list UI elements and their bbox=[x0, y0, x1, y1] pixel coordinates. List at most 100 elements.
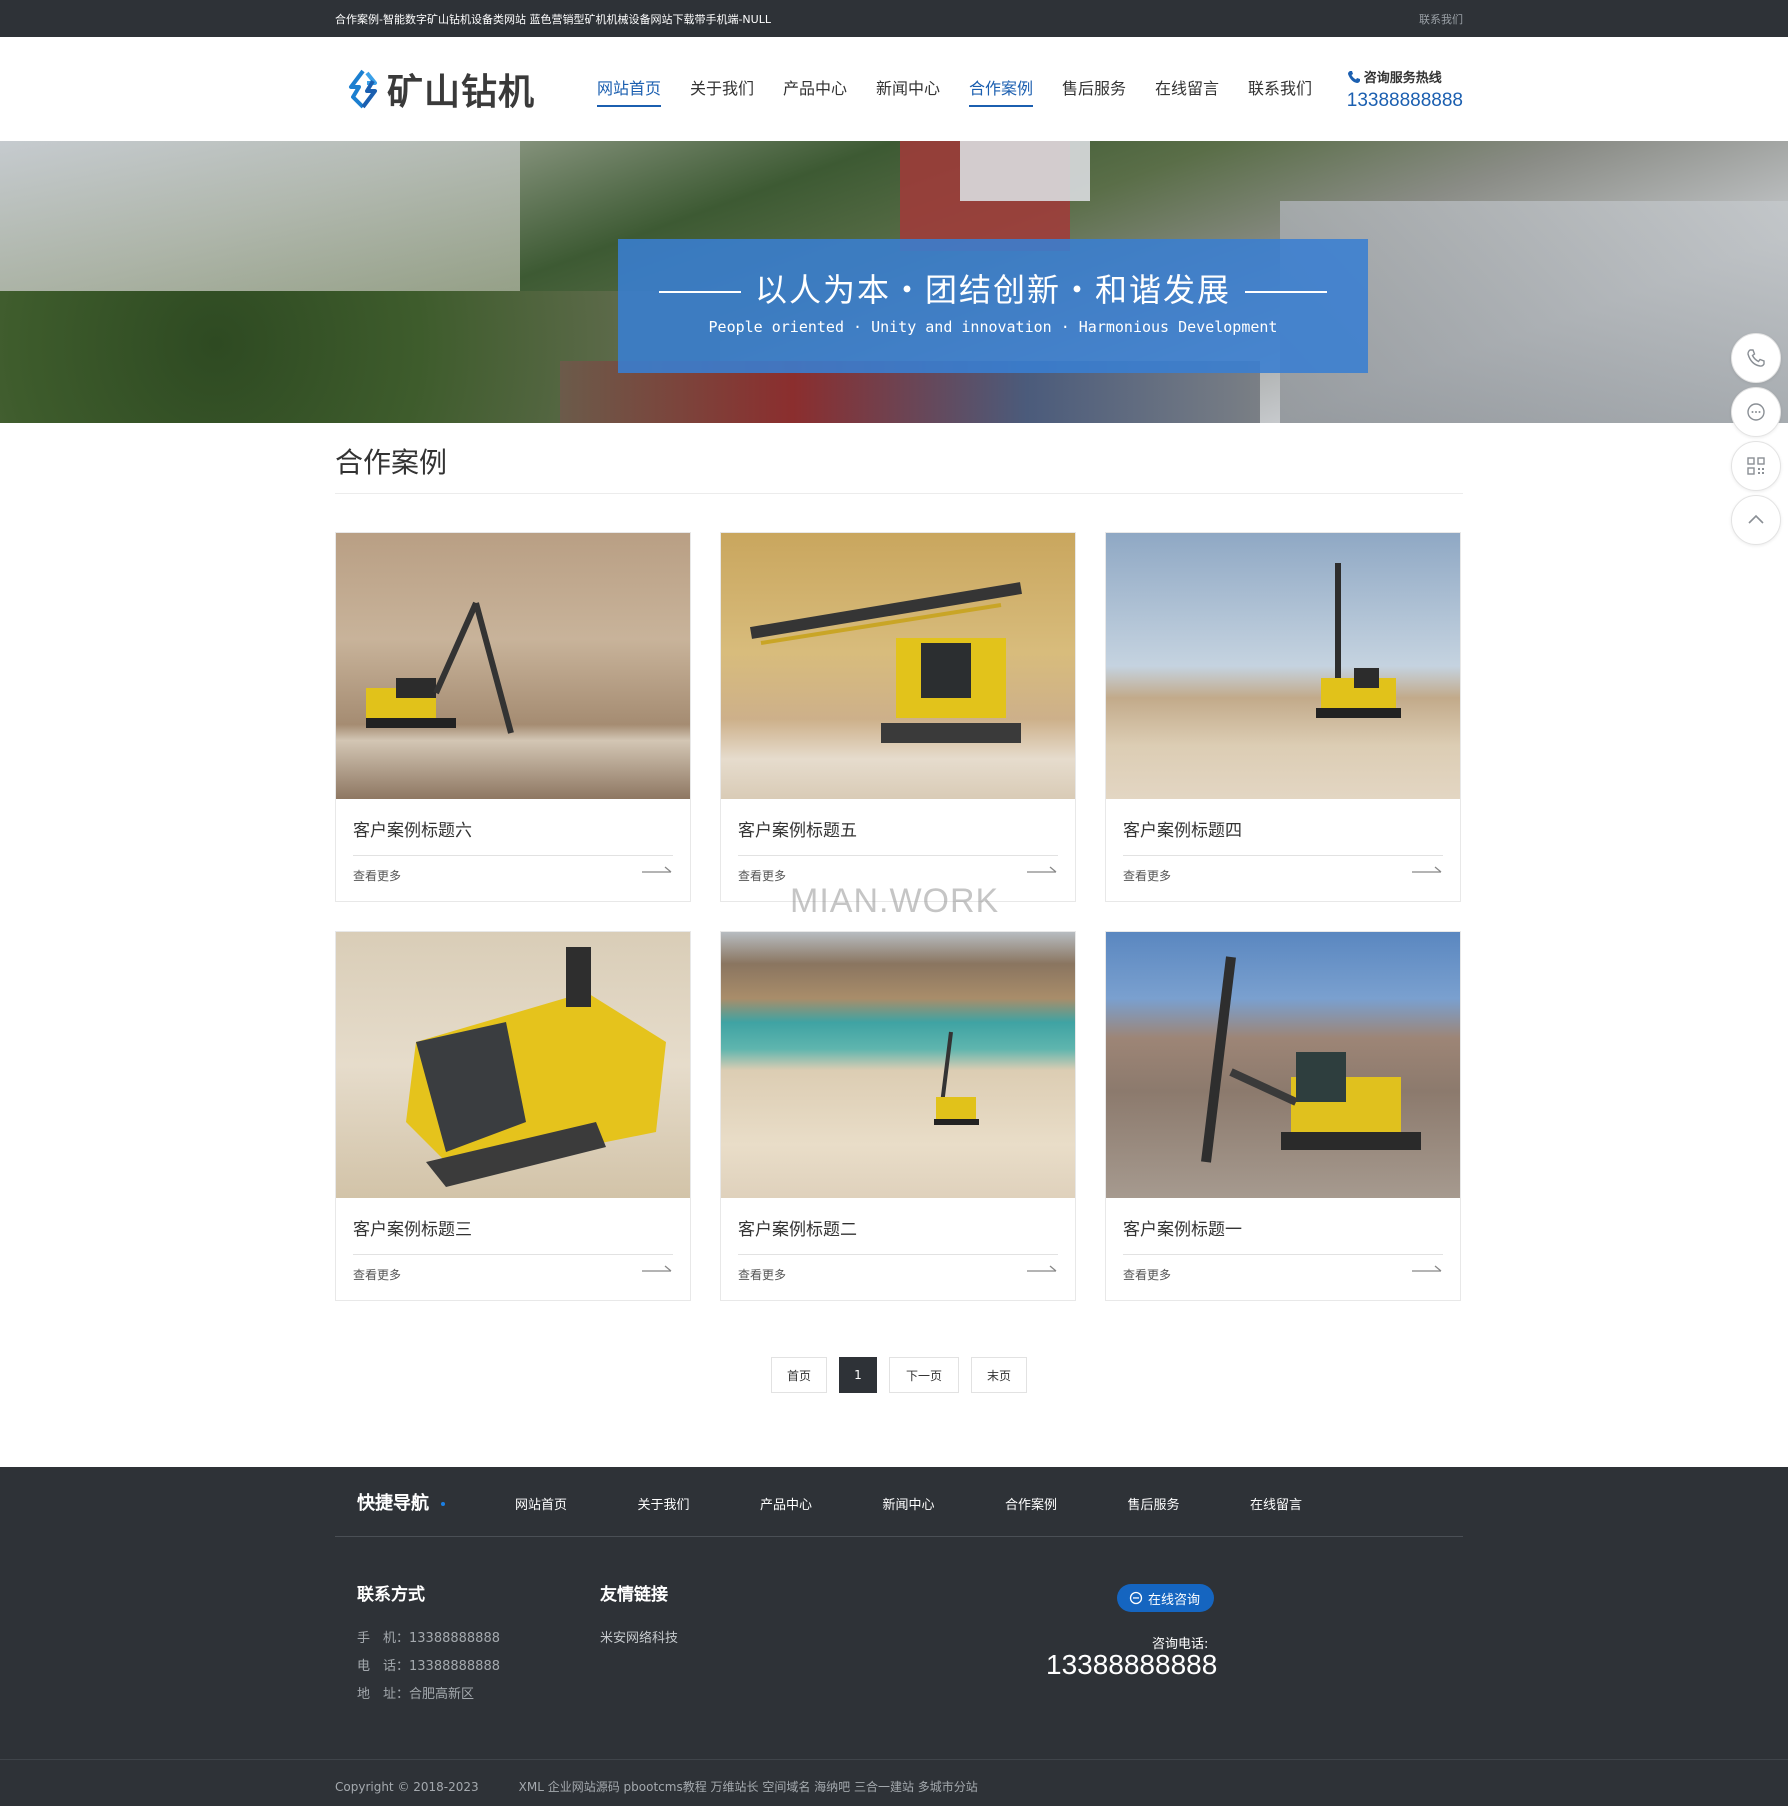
tel-number: 13388888888 bbox=[1046, 1649, 1218, 1680]
footer: 快捷导航 网站首页 关于我们 产品中心 新闻中心 合作案例 售后服务 在线留言 … bbox=[0, 1467, 1788, 1806]
view-more-link: 查看更多 bbox=[353, 869, 402, 883]
case-title: 客户案例标题二 bbox=[738, 1220, 857, 1240]
main-nav: 网站首页 关于我们 产品中心 新闻中心 合作案例 售后服务 在线留言 联系我们 bbox=[597, 37, 1341, 141]
nav-item-message[interactable]: 在线留言 bbox=[1155, 37, 1248, 141]
quick-nav: 网站首页 关于我们 产品中心 新闻中心 合作案例 售后服务 在线留言 bbox=[515, 1494, 1373, 1513]
phone-icon bbox=[1347, 70, 1360, 83]
site-title: 合作案例-智能数字矿山钻机设备类网站 蓝色营销型矿机机械设备网站下载带手机端-N… bbox=[335, 13, 771, 26]
float-phone-button[interactable] bbox=[1731, 333, 1781, 383]
card-divider bbox=[1123, 1254, 1443, 1255]
card-divider bbox=[353, 1254, 673, 1255]
page-next-button[interactable]: 下一页 bbox=[889, 1357, 959, 1393]
slogan-line-right bbox=[1245, 291, 1327, 293]
case-image bbox=[721, 932, 1075, 1198]
view-more-link: 查看更多 bbox=[1123, 1268, 1172, 1282]
nav-item-home[interactable]: 网站首页 bbox=[597, 37, 690, 141]
nav-item-service[interactable]: 售后服务 bbox=[1062, 37, 1155, 141]
arrow-right-icon bbox=[1412, 866, 1442, 873]
nav-item-contact[interactable]: 联系我们 bbox=[1248, 37, 1341, 141]
banner-building-roof bbox=[960, 141, 1090, 201]
case-card[interactable]: 客户案例标题六 查看更多 bbox=[335, 532, 691, 902]
drill-rig-icon bbox=[934, 1031, 979, 1125]
footer-nav-about[interactable]: 关于我们 bbox=[638, 1494, 761, 1513]
chat-icon bbox=[1747, 403, 1765, 421]
arrow-right-icon bbox=[1027, 866, 1057, 873]
footer-nav-service[interactable]: 售后服务 bbox=[1128, 1494, 1251, 1513]
case-image bbox=[336, 533, 690, 799]
hotline-label: 咨询服务热线 bbox=[1363, 71, 1442, 86]
contact-mobile: 手 机：13388888888 bbox=[357, 1631, 500, 1646]
top-contact-link[interactable]: 联系我们 bbox=[1419, 11, 1463, 27]
bottom-links[interactable]: XML 企业网站源码 pbootcms教程 万维站长 空间域名 海纳吧 三合一建… bbox=[519, 1780, 978, 1794]
online-consult-button[interactable]: 在线咨询 bbox=[1117, 1584, 1215, 1612]
arrow-right-icon bbox=[1412, 1265, 1442, 1272]
case-title: 客户案例标题四 bbox=[1123, 821, 1242, 841]
hotline-label-row: 咨询服务热线 bbox=[1347, 67, 1463, 86]
float-toolbar bbox=[1731, 333, 1781, 549]
page-last-button[interactable]: 末页 bbox=[971, 1357, 1027, 1393]
banner-slogan-en: People oriented · Unity and innovation ·… bbox=[708, 318, 1278, 336]
drill-rig-icon bbox=[406, 947, 666, 1187]
contact-lines: 手 机：13388888888 电 话：13388888888 地 址：合肥高新… bbox=[357, 1627, 500, 1711]
friend-link[interactable]: 米安网络科技 bbox=[600, 1627, 678, 1646]
page-title: 合作案例 bbox=[335, 446, 448, 479]
float-back-to-top-button[interactable] bbox=[1731, 495, 1781, 545]
case-card[interactable]: 客户案例标题一 查看更多 bbox=[1105, 931, 1461, 1301]
page-current-button[interactable]: 1 bbox=[839, 1357, 877, 1393]
footer-divider bbox=[335, 1536, 1463, 1537]
drill-rig-icon bbox=[1316, 563, 1401, 718]
footer-nav-products[interactable]: 产品中心 bbox=[760, 1494, 883, 1513]
slogan-text: 以人为本・团结创新・和谐发展 bbox=[754, 271, 1231, 309]
case-image bbox=[1106, 932, 1460, 1198]
case-title: 客户案例标题六 bbox=[353, 821, 472, 841]
card-divider bbox=[738, 1254, 1058, 1255]
footer-nav-home[interactable]: 网站首页 bbox=[515, 1494, 638, 1513]
arrow-right-icon bbox=[642, 866, 672, 873]
nav-label: 合作案例 bbox=[969, 75, 1034, 107]
quick-nav-title: 快捷导航 bbox=[357, 1493, 429, 1514]
view-more-link: 查看更多 bbox=[353, 1268, 402, 1282]
case-image bbox=[336, 932, 690, 1198]
header: 矿山钻机 网站首页 关于我们 产品中心 新闻中心 合作案例 售后服务 在线留言 … bbox=[0, 37, 1788, 141]
float-chat-button[interactable] bbox=[1731, 387, 1781, 437]
nav-label: 在线留言 bbox=[1155, 79, 1220, 98]
page-first-button[interactable]: 首页 bbox=[771, 1357, 827, 1393]
case-card[interactable]: 客户案例标题三 查看更多 bbox=[335, 931, 691, 1301]
case-title: 客户案例标题三 bbox=[353, 1220, 472, 1240]
footer-nav-cases[interactable]: 合作案例 bbox=[1005, 1494, 1128, 1513]
watermark: MIAN.WORK bbox=[790, 882, 1000, 920]
nav-label: 联系我们 bbox=[1248, 79, 1313, 98]
drill-rig-icon bbox=[1201, 956, 1421, 1163]
footer-nav-message[interactable]: 在线留言 bbox=[1250, 1494, 1373, 1513]
pagination: 首页 1 下一页 末页 bbox=[771, 1357, 1039, 1393]
logo-text: 矿山钻机 bbox=[387, 71, 536, 113]
case-card[interactable]: 客户案例标题五 查看更多 bbox=[720, 532, 1076, 902]
nav-label: 网站首页 bbox=[597, 75, 662, 107]
case-card[interactable]: 客户案例标题二 查看更多 bbox=[720, 931, 1076, 1301]
card-divider bbox=[1123, 855, 1443, 856]
contact-title: 联系方式 bbox=[357, 1585, 425, 1605]
view-more-link: 查看更多 bbox=[738, 869, 787, 883]
online-consult-label: 在线咨询 bbox=[1148, 1592, 1201, 1608]
contact-address: 地 址：合肥高新区 bbox=[357, 1687, 475, 1702]
footer-nav-news[interactable]: 新闻中心 bbox=[883, 1494, 1006, 1513]
qrcode-icon bbox=[1747, 457, 1765, 475]
hotline: 咨询服务热线 13388888888 bbox=[1347, 67, 1463, 112]
drill-rig-icon bbox=[366, 601, 514, 734]
nav-label: 售后服务 bbox=[1062, 79, 1127, 98]
float-qrcode-button[interactable] bbox=[1731, 441, 1781, 491]
nav-item-products[interactable]: 产品中心 bbox=[783, 37, 876, 141]
nav-item-news[interactable]: 新闻中心 bbox=[876, 37, 969, 141]
hero-banner: 以人为本・团结创新・和谐发展 People oriented · Unity a… bbox=[0, 141, 1788, 423]
phone-icon bbox=[1747, 349, 1765, 367]
copyright: Copyright © 2018-2023 XML 企业网站源码 pbootcms… bbox=[335, 1778, 1018, 1795]
nav-item-about[interactable]: 关于我们 bbox=[690, 37, 783, 141]
drill-rig-icon bbox=[750, 582, 1022, 743]
card-divider bbox=[738, 855, 1058, 856]
case-image bbox=[1106, 533, 1460, 799]
nav-item-cases[interactable]: 合作案例 bbox=[969, 37, 1062, 141]
case-card[interactable]: 客户案例标题四 查看更多 bbox=[1105, 532, 1461, 902]
title-divider bbox=[335, 493, 1463, 494]
logo[interactable]: 矿山钻机 bbox=[341, 65, 535, 113]
top-bar: 合作案例-智能数字矿山钻机设备类网站 蓝色营销型矿机机械设备网站下载带手机端-N… bbox=[0, 0, 1788, 37]
